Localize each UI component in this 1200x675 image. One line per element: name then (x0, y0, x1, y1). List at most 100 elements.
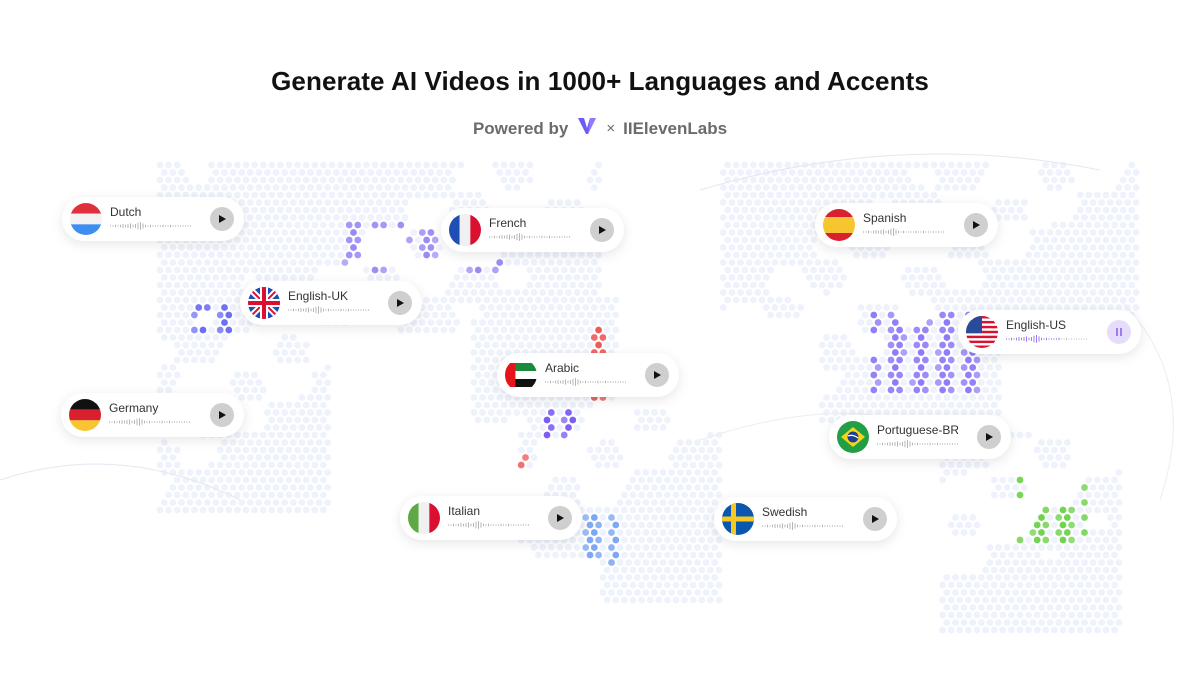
map-dot (694, 469, 701, 476)
map-dot (956, 461, 964, 469)
map-dot (965, 176, 972, 184)
play-button[interactable] (388, 291, 412, 315)
map-dot (492, 341, 499, 349)
map-dot (930, 386, 938, 394)
map-dot (302, 251, 310, 259)
map-dot (500, 341, 508, 349)
map-dot (1089, 214, 1097, 221)
map-dot (298, 484, 306, 491)
map-dot (1098, 544, 1106, 551)
map-dot (522, 454, 529, 461)
map-dot (186, 349, 194, 356)
map-dot (883, 334, 891, 341)
map-dot (517, 296, 525, 304)
play-button[interactable] (210, 403, 234, 427)
play-button[interactable] (964, 213, 988, 237)
map-dot (1025, 251, 1032, 259)
map-dot (633, 469, 641, 476)
language-card-english-us[interactable]: English-US (958, 310, 1141, 354)
map-dot (1051, 596, 1058, 604)
play-button[interactable] (977, 425, 1001, 449)
map-dot (1094, 611, 1101, 619)
map-dot (264, 229, 271, 236)
map-dot (1076, 206, 1084, 214)
map-dot (956, 626, 964, 634)
map-dot (535, 296, 542, 304)
map-dot (509, 401, 516, 409)
map-dot (1063, 514, 1071, 521)
map-dot (702, 589, 710, 596)
map-dot (754, 184, 762, 191)
play-button[interactable] (863, 507, 887, 531)
language-card-arabic[interactable]: Arabic (497, 353, 679, 397)
language-card-spanish[interactable]: Spanish (815, 203, 998, 247)
map-dot (934, 364, 942, 371)
map-dot (745, 214, 753, 221)
map-dot (952, 469, 959, 476)
map-dot (767, 176, 774, 184)
map-dot (750, 281, 757, 289)
map-dot (431, 191, 439, 199)
map-dot (668, 484, 676, 491)
map-dot (367, 199, 375, 206)
map-dot (388, 206, 396, 214)
map-dot (995, 289, 1002, 296)
pause-button[interactable] (1107, 320, 1131, 344)
map-dot (367, 214, 375, 221)
map-dot (427, 184, 435, 191)
map-dot (1025, 266, 1032, 274)
map-dot (173, 296, 181, 304)
map-dot (281, 439, 289, 446)
map-dot (973, 521, 981, 529)
map-dot (251, 191, 258, 199)
map-dot (969, 604, 977, 611)
map-dot (939, 161, 946, 169)
map-dot (831, 259, 839, 266)
map-dot (1042, 281, 1050, 289)
language-card-portuguese-br[interactable]: Portuguese-BR (829, 415, 1011, 459)
play-button[interactable] (548, 506, 572, 530)
map-dot (659, 424, 667, 431)
map-dot (1020, 214, 1028, 221)
map-dot (479, 379, 486, 386)
map-dot (552, 311, 559, 319)
map-dot (328, 221, 336, 229)
map-dot (1115, 484, 1123, 491)
map-dot (569, 311, 577, 319)
map-dot (965, 611, 972, 619)
map-dot (1111, 206, 1118, 214)
map-dot (255, 394, 263, 401)
map-dot (513, 304, 521, 311)
map-dot (195, 274, 203, 281)
map-dot (242, 326, 250, 334)
map-dot (221, 274, 228, 281)
play-button[interactable] (645, 363, 669, 387)
map-dot (750, 266, 757, 274)
map-dot (470, 364, 478, 371)
map-dot (590, 274, 598, 281)
map-dot (509, 296, 516, 304)
map-dot (225, 251, 233, 259)
map-dot (178, 499, 185, 506)
language-card-english-uk[interactable]: English-UK (240, 281, 422, 325)
language-card-dutch[interactable]: Dutch (62, 197, 244, 241)
map-dot (1085, 551, 1093, 559)
play-button[interactable] (590, 218, 614, 242)
map-dot (1016, 206, 1024, 214)
map-dot (238, 259, 246, 266)
language-card-italian[interactable]: Italian (400, 496, 582, 540)
map-dot (694, 544, 701, 551)
map-dot (934, 379, 942, 386)
map-dot (1020, 199, 1028, 206)
language-card-swedish[interactable]: Swedish (714, 497, 897, 541)
language-card-germany[interactable]: Germany (61, 393, 244, 437)
play-button[interactable] (210, 207, 234, 231)
language-card-french[interactable]: French (441, 208, 624, 252)
map-dot (427, 244, 435, 251)
map-dot (285, 476, 293, 484)
map-dot (272, 244, 280, 251)
map-dot (960, 379, 968, 386)
map-dot (977, 574, 985, 581)
map-dot (160, 379, 168, 386)
map-dot (952, 589, 959, 596)
